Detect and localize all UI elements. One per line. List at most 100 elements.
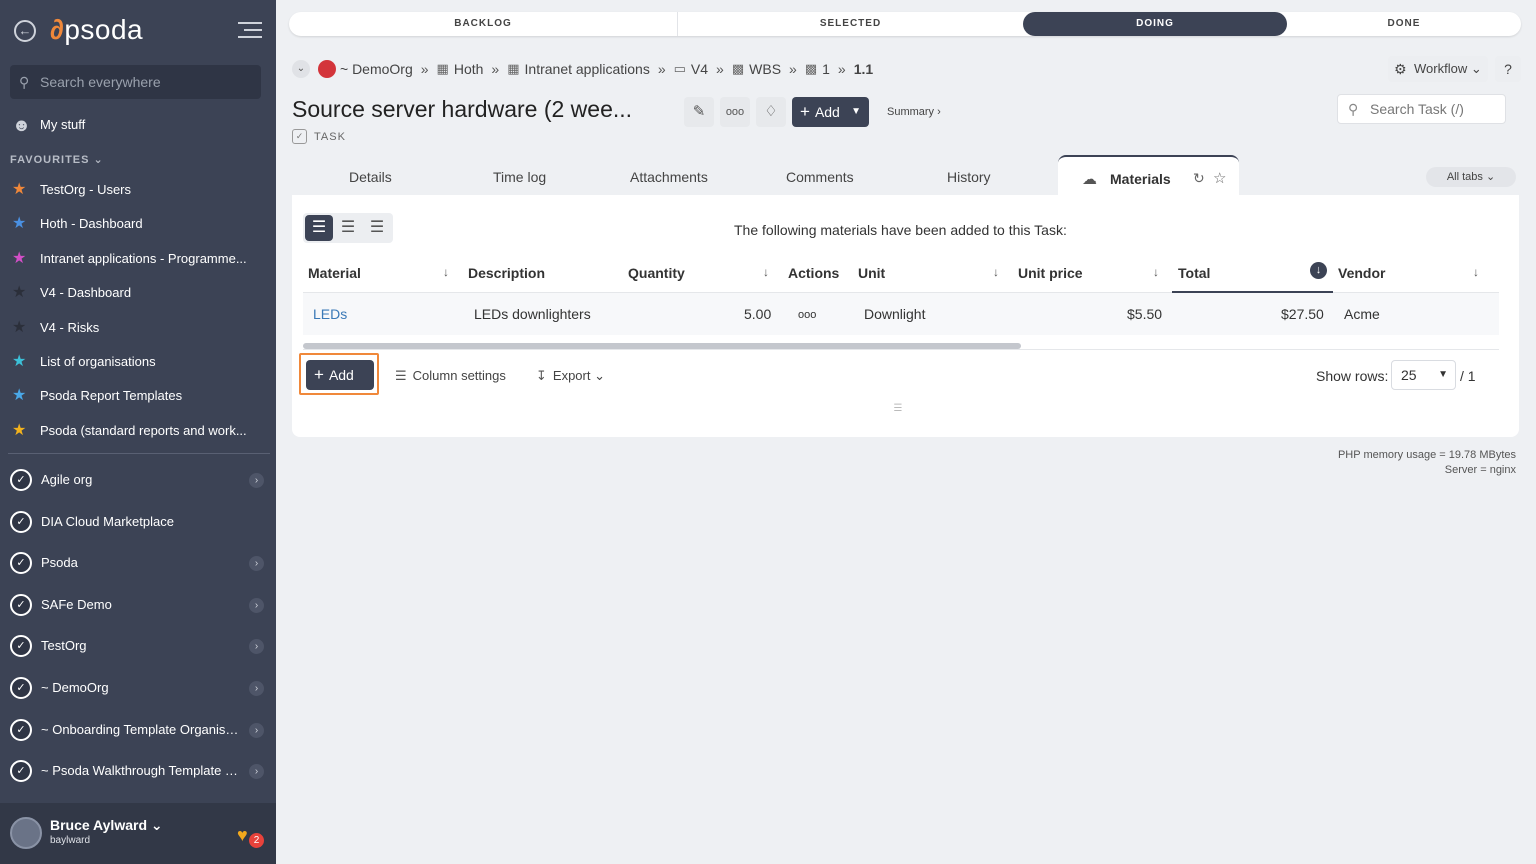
stage-backlog[interactable]: BACKLOG [289,12,677,36]
view-compact-icon[interactable]: ☰ [334,215,362,241]
rows-per-page-select[interactable]: 25 ▼ [1391,360,1456,390]
breadcrumb-org[interactable]: ~ DemoOrg [340,61,413,77]
sidebar-org-item[interactable]: ✓ TestOrg › [10,625,268,667]
search-placeholder: Search everywhere [40,74,161,90]
my-stuff-link[interactable]: ☻ My stuff [12,113,85,137]
plus-icon: + [314,365,324,384]
tag-button[interactable]: ♢ [756,97,786,127]
favourite-item[interactable]: ★ TestOrg - Users [12,173,262,207]
tab-attachments[interactable]: Attachments [630,169,708,185]
sort-icon[interactable]: ↓ [993,265,999,279]
sidebar-org-item[interactable]: ✓ ~ Onboarding Template Organisa... › [10,709,268,751]
task-search-placeholder: Search Task (/) [1370,101,1464,117]
favourite-item[interactable]: ★ V4 - Risks [12,311,262,345]
task-search-input[interactable]: ⚲ Search Task (/) [1337,94,1506,124]
tab-details[interactable]: Details [349,169,392,185]
stage-selected[interactable]: SELECTED [677,12,1023,36]
sort-icon[interactable]: ↓ [763,265,769,279]
row-actions-icon[interactable]: ooo [798,309,816,321]
all-tabs-dropdown[interactable]: All tabs ⌄ [1426,167,1516,187]
avatar[interactable] [10,817,42,849]
export-label: Export [552,368,591,383]
stage-done[interactable]: DONE [1287,12,1521,36]
col-quantity[interactable]: Quantity [628,265,685,281]
breadcrumb-wbs[interactable]: WBS [749,61,781,77]
sort-icon[interactable]: ↓ [1473,265,1479,279]
tag-icon: ♢ [764,103,778,120]
col-material[interactable]: Material [308,265,361,281]
breadcrumb-1[interactable]: 1 [822,61,830,77]
col-description[interactable]: Description [468,265,545,281]
chevron-right-icon[interactable]: › [249,639,264,655]
table-header: Material ↓ Description Quantity ↓ Action… [303,253,1499,293]
breadcrumb-hoth[interactable]: Hoth [454,61,484,77]
sidebar-org-item[interactable]: ✓ SAFe Demo › [10,584,268,626]
back-icon[interactable]: ← [14,20,36,42]
help-button[interactable]: ? [1495,56,1521,82]
sort-icon[interactable]: ↓ [1153,265,1159,279]
favourite-item[interactable]: ★ Psoda Report Templates [12,379,262,413]
sort-active-icon[interactable]: ↓ [1310,262,1327,279]
star-icon: ★ [12,215,27,233]
export-dropdown[interactable]: ↧ Export ⌄ [536,368,605,384]
pencil-icon: ✎ [692,103,706,120]
workflow-button[interactable]: ⚙ Workflow ⌄ [1388,56,1488,82]
psoda-logo[interactable]: ∂psoda [50,14,143,46]
sidebar-org-item[interactable]: ✓ ~ Psoda Walkthrough Template P... › [10,750,268,792]
column-settings-button[interactable]: ☰ Column settings [395,368,506,384]
chevron-right-icon[interactable]: › [249,722,264,738]
materials-panel: ☰ ☰ ☰ The following materials have been … [292,195,1519,437]
refresh-icon[interactable]: ↻ [1193,170,1205,187]
user-panel[interactable]: Bruce Aylward ⌄ baylward ♥ [0,803,276,864]
breadcrumb-v4[interactable]: V4 [691,61,708,77]
sidebar-org-item[interactable]: ✓ Psoda › [10,542,268,584]
tab-time-log[interactable]: Time log [493,169,546,185]
star-icon[interactable]: ☆ [1213,169,1226,187]
chevron-right-icon[interactable]: › [249,556,264,572]
collapse-sidebar-icon[interactable] [238,22,262,40]
summary-link[interactable]: Summary › [887,106,941,118]
tab-history[interactable]: History [947,169,991,185]
more-options-button[interactable]: ooo [720,97,750,127]
add-dropdown-button[interactable]: + Add ▼ [792,97,869,127]
col-total[interactable]: Total [1178,265,1210,281]
sidebar-org-item[interactable]: ✓ DIA Cloud Marketplace [10,501,268,543]
notifications-bell-icon[interactable]: ♥ [237,825,248,846]
sidebar-org-item[interactable]: ✓ ~ DemoOrg › [10,667,268,709]
resize-handle-icon[interactable]: ☰ [892,403,904,414]
tab-comments[interactable]: Comments [786,169,854,185]
favourite-item[interactable]: ★ Psoda (standard reports and work... [12,414,262,448]
task-icon: ✓ [292,129,307,144]
favourite-item[interactable]: ★ Intranet applications - Programme... [12,242,262,276]
material-link[interactable]: LEDs [313,306,347,322]
chevron-right-icon[interactable]: › [249,473,264,488]
favourite-item[interactable]: ★ List of organisations [12,345,262,379]
chevron-right-icon[interactable]: › [249,597,264,613]
stage-doing[interactable]: DOING [1023,12,1287,36]
add-material-button[interactable]: + Add [306,360,374,390]
user-name[interactable]: Bruce Aylward ⌄ [50,817,163,834]
sidebar-org-item[interactable]: ✓ Agile org › [10,459,268,501]
col-vendor[interactable]: Vendor [1338,265,1385,281]
col-unit[interactable]: Unit [858,265,885,281]
favourite-item[interactable]: ★ V4 - Dashboard [12,276,262,310]
logo-text: psoda [64,14,144,45]
view-dense-icon[interactable]: ☰ [363,215,391,241]
view-comfortable-icon[interactable]: ☰ [305,215,333,241]
chevron-right-icon[interactable]: › [249,680,264,696]
materials-icon: ☁ [1082,171,1097,188]
sort-icon[interactable]: ↓ [443,265,449,279]
favourite-item[interactable]: ★ Hoth - Dashboard [12,207,262,241]
materials-table: Material ↓ Description Quantity ↓ Action… [303,253,1499,350]
tab-materials[interactable]: ☁ Materials ↻ ☆ [1058,155,1239,197]
programme-icon: ▦ [436,61,449,76]
col-unit-price[interactable]: Unit price [1018,265,1083,281]
favourite-label: Intranet applications - Programme... [40,250,247,266]
edit-button[interactable]: ✎ [684,97,714,127]
favourites-header[interactable]: FAVOURITES ⌄ [10,153,104,166]
chevron-down-icon[interactable]: ⌄ [292,60,310,78]
org-icon: ✓ [10,510,32,533]
breadcrumb-intranet[interactable]: Intranet applications [525,61,650,77]
global-search-input[interactable]: ⚲ Search everywhere [10,65,261,99]
chevron-right-icon[interactable]: › [249,764,264,780]
